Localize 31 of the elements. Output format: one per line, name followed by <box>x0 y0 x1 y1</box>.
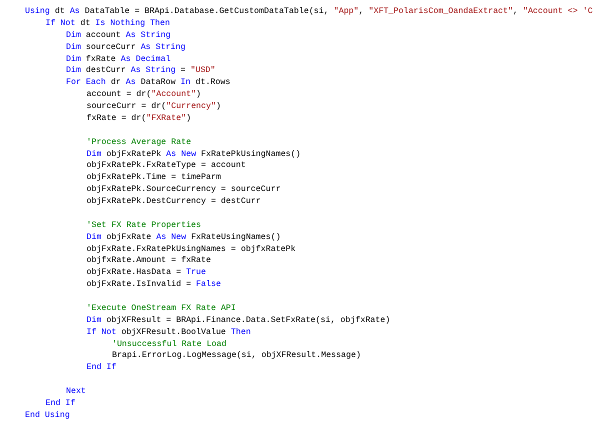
code-line: fxRate = dr("FXRate") <box>86 112 192 125</box>
code-line: account = dr("Account") <box>86 89 202 101</box>
code-line: sourceCurr = dr("Currency") <box>86 101 221 113</box>
code-line: objFxRatePk.FxRateType = account <box>86 160 246 172</box>
code-line: objFxRatePk.SourceCurrency = sourceCurr <box>86 184 281 196</box>
code-line: objFxRate.HasData = True <box>86 267 206 280</box>
code-line: End If <box>86 362 116 374</box>
code-line: Dim destCurr As String = "USD" <box>66 65 216 78</box>
code-line: Dim objFxRatePk As New FxRatePkUsingNames() <box>86 148 301 160</box>
code-line: objFxRatePk.DestCurrency = destCurr <box>86 196 261 208</box>
code-line: Dim objXFResult = BRApi.Finance.Data.SetFxRate(si, objfxRate) <box>86 314 390 327</box>
code-line: Dim fxRate As Decimal <box>66 54 171 66</box>
code-line: objFxRatePk.Time = timeParm <box>86 172 221 184</box>
code-line: Dim objFxRate As New FxRateUsingNames() <box>86 232 281 244</box>
code-line: objFxRate.IsInvalid = False <box>86 279 221 291</box>
code-line: 'Unsuccessful Rate Load <box>110 338 226 350</box>
code-line: End If <box>46 398 76 410</box>
code-line: Next <box>66 386 86 398</box>
code-line: If Not objXFResult.BoolValue Then <box>86 326 251 338</box>
code-line: Brapi.ErrorLog.LogMessage(si, objXFResult.Message) <box>110 350 361 362</box>
code-line: Dim sourceCurr As String <box>66 42 186 54</box>
code-line: For Each dr As DataRow In dt.Rows <box>66 77 230 90</box>
code-line: 'Set FX Rate Properties <box>86 220 202 232</box>
code-line: Using dt As DataTable = BRApi.Database.GetCustomDataTable(si, "App", "XFT_PolarisCom_OandaExtract", "Account <> 'C <box>25 6 593 18</box>
code-line: objFxRate.FxRatePkUsingNames = objfxRatePk <box>86 244 296 256</box>
code-line: End Using <box>25 410 70 419</box>
code-line: objfxRate.Amount = fxRate <box>86 255 211 268</box>
code-line: 'Execute OneStream FX Rate API <box>86 302 236 315</box>
code-line: If Not dt Is Nothing Then <box>46 18 170 30</box>
code-line: 'Process Average Rate <box>86 136 192 148</box>
code-line: Dim account As String <box>66 30 171 42</box>
